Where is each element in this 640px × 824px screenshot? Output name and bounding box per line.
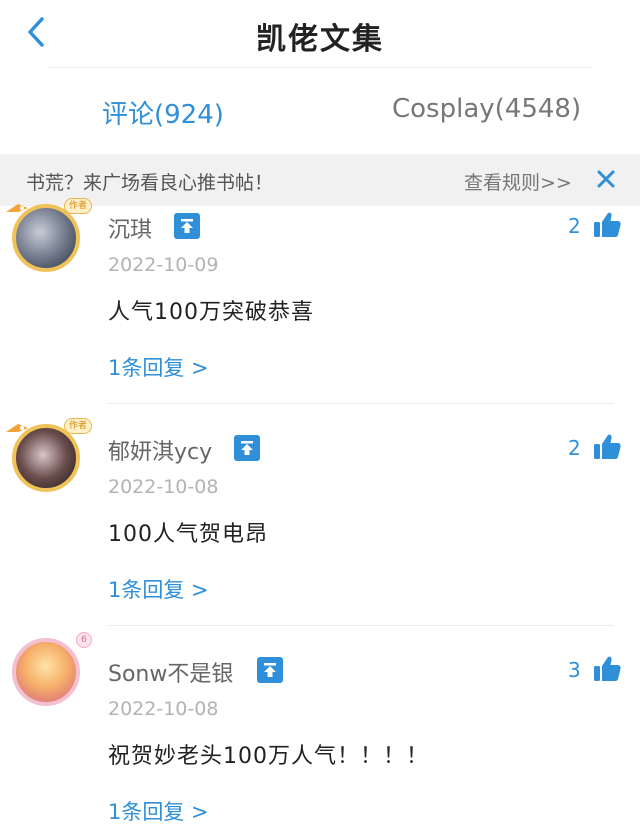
avatar[interactable]: 6 bbox=[6, 632, 92, 714]
comment-date: 2022-10-09 bbox=[108, 254, 219, 276]
avatar[interactable]: 作者 bbox=[6, 198, 92, 280]
username[interactable]: 郁妍淇ycy bbox=[108, 434, 212, 466]
notice-text[interactable]: 书荒？来广场看良心推书帖！ bbox=[26, 168, 273, 195]
avatar-badge: 6 bbox=[76, 632, 92, 648]
thumbs-up-icon[interactable] bbox=[592, 210, 622, 240]
like-count: 2 bbox=[568, 436, 581, 460]
view-rules-link[interactable]: 查看规则>> bbox=[464, 168, 572, 195]
thumbs-up-icon[interactable] bbox=[592, 432, 622, 462]
comment-text: 祝贺妙老头100万人气！！！！ bbox=[108, 744, 429, 769]
tab-cosplay[interactable]: Cosplay(4548) bbox=[392, 94, 581, 124]
replies-link[interactable]: 1条回复 > bbox=[108, 352, 209, 382]
username[interactable]: 沉琪 bbox=[108, 212, 152, 244]
level-up-icon bbox=[234, 435, 260, 461]
avatar[interactable]: 作者 bbox=[6, 418, 92, 500]
bird-badge-icon bbox=[6, 204, 28, 212]
close-icon bbox=[597, 170, 615, 188]
avatar-badge: 作者 bbox=[64, 418, 92, 434]
replies-link[interactable]: 1条回复 > bbox=[108, 574, 209, 604]
comment-item: 作者 沉琪 2 2022-10-09 人气100万突破恭喜 1条回复 > bbox=[0, 198, 640, 404]
comment-text: 人气100万突破恭喜 bbox=[108, 300, 314, 325]
bird-badge-icon bbox=[6, 424, 28, 432]
notice-bar: 书荒？来广场看良心推书帖！ 查看规则>> bbox=[0, 154, 640, 206]
tab-comments[interactable]: 评论(924) bbox=[102, 94, 224, 131]
username[interactable]: Sonw不是银 bbox=[108, 656, 233, 688]
level-up-icon bbox=[174, 213, 200, 239]
thumbs-up-icon[interactable] bbox=[592, 654, 622, 684]
like-count: 3 bbox=[568, 658, 581, 682]
top-bar: 凯佬文集 bbox=[0, 0, 640, 68]
page-title: 凯佬文集 bbox=[256, 22, 384, 57]
level-up-icon bbox=[257, 657, 283, 683]
avatar-image bbox=[12, 638, 80, 706]
tab-bar: 评论(924) Cosplay(4548) bbox=[0, 68, 640, 154]
replies-link[interactable]: 1条回复 > bbox=[108, 796, 209, 824]
like-count: 2 bbox=[568, 214, 581, 238]
comment-item: 6 Sonw不是银 3 2022-10-08 祝贺妙老头100万人气！！！！ 1… bbox=[0, 626, 640, 824]
close-notice-button[interactable] bbox=[594, 167, 618, 191]
comment-text: 100人气贺电昂 bbox=[108, 522, 268, 547]
comment-item: 作者 郁妍淇ycy 2 2022-10-08 100人气贺电昂 1条回复 > bbox=[0, 404, 640, 626]
comment-date: 2022-10-08 bbox=[108, 476, 219, 498]
avatar-badge: 作者 bbox=[64, 198, 92, 214]
comment-date: 2022-10-08 bbox=[108, 698, 219, 720]
